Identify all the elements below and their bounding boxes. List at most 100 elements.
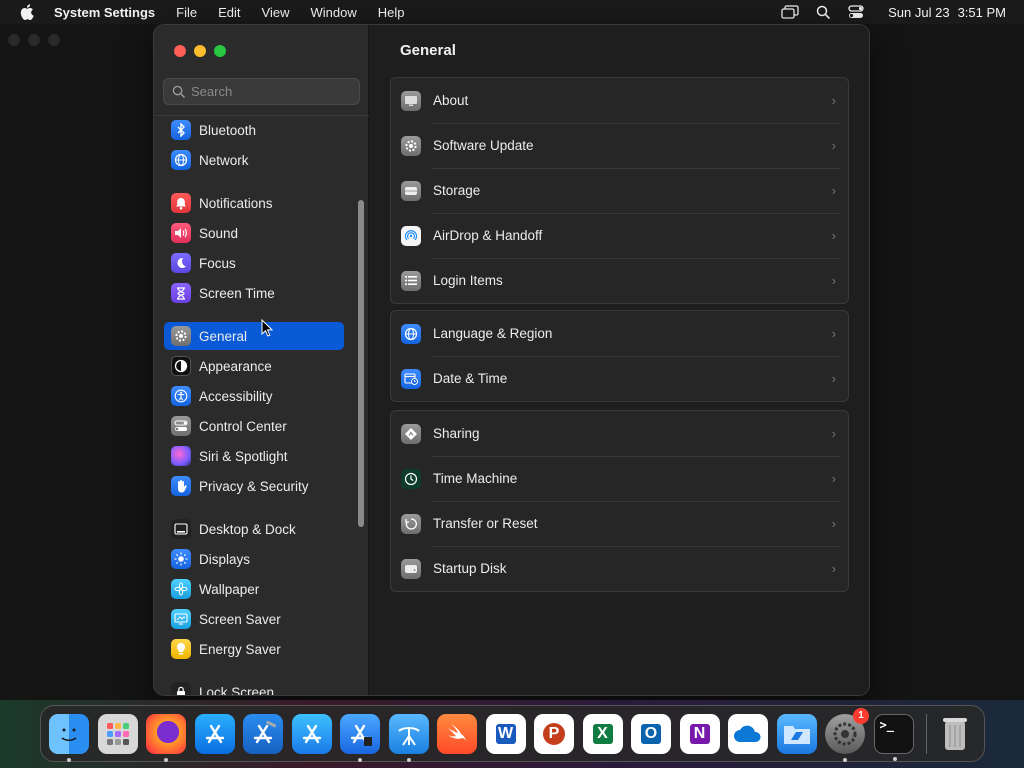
sidebar-item-siri-spotlight[interactable]: Siri & Spotlight — [164, 442, 344, 470]
row-language-region[interactable]: Language & Region › — [391, 311, 848, 356]
bg-close-dot — [8, 34, 20, 46]
sidebar-item-screen-saver[interactable]: Screen Saver — [164, 605, 344, 633]
chevron-right-icon: › — [831, 183, 836, 198]
row-label: Language & Region — [433, 326, 553, 341]
close-button[interactable] — [174, 45, 186, 57]
sidebar-item-label: Bluetooth — [199, 122, 257, 138]
gear-badge-icon — [401, 135, 421, 156]
dock-outlook-icon[interactable]: O — [631, 713, 671, 754]
powerpoint-letter: P — [543, 722, 565, 745]
dock-xcode-icon[interactable] — [243, 713, 283, 754]
sidebar-item-bluetooth[interactable]: Bluetooth — [164, 116, 344, 144]
window-controls — [174, 45, 226, 57]
dock-powerpoint-icon[interactable]: P — [534, 713, 574, 754]
sidebar-item-control-center[interactable]: Control Center — [164, 412, 344, 440]
clock-date: Sun Jul 23 — [888, 4, 950, 20]
row-airdrop-handoff[interactable]: AirDrop & Handoff › — [391, 213, 848, 258]
spotlight-search-icon[interactable] — [814, 4, 832, 20]
dock-word-icon[interactable]: W — [485, 713, 526, 754]
dock-trash-icon[interactable] — [935, 714, 975, 754]
row-label: Sharing — [433, 426, 480, 441]
menu-clock[interactable]: Sun Jul 23 3:51 PM — [880, 5, 1006, 20]
sidebar-item-focus[interactable]: Focus — [164, 249, 344, 277]
system-settings-window: Bluetooth Network Notifications Sound Fo… — [154, 25, 869, 695]
disk-icon — [401, 558, 421, 579]
sidebar-item-wallpaper[interactable]: Wallpaper — [164, 575, 344, 603]
dock-onedrive-icon[interactable] — [728, 713, 768, 754]
dock-finder-icon[interactable] — [49, 713, 89, 762]
menu-help[interactable]: Help — [378, 5, 405, 20]
search-field[interactable] — [163, 78, 360, 105]
sidebar-item-notifications[interactable]: Notifications — [164, 189, 344, 217]
row-time-machine[interactable]: Time Machine › — [391, 456, 848, 501]
search-input[interactable] — [191, 84, 351, 99]
screen-mirroring-icon[interactable] — [781, 4, 799, 20]
sidebar-item-general[interactable]: General — [164, 322, 344, 350]
sidebar-scrollbar[interactable] — [358, 200, 364, 527]
row-login-items[interactable]: Login Items › — [391, 258, 848, 303]
page-title: General — [400, 42, 456, 59]
dock-app-store-icon[interactable] — [194, 713, 235, 754]
apple-logo-icon[interactable] — [20, 4, 34, 20]
dock-files-folder-icon[interactable] — [776, 713, 817, 754]
row-about[interactable]: About › — [391, 78, 848, 123]
sidebar-item-screen-time[interactable]: Screen Time — [164, 279, 344, 307]
menu-app-name[interactable]: System Settings — [54, 5, 155, 20]
dock-instruments-icon[interactable] — [388, 713, 429, 762]
menu-file[interactable]: File — [176, 5, 197, 20]
sidebar-item-label: Screen Time — [199, 285, 275, 301]
minimize-button[interactable] — [194, 45, 206, 57]
sidebar-item-label: Appearance — [199, 358, 272, 374]
row-label: Date & Time — [433, 371, 508, 386]
sidebar-item-appearance[interactable]: Appearance — [164, 352, 344, 380]
sidebar-item-network[interactable]: Network — [164, 146, 344, 174]
sidebar-item-desktop-dock[interactable]: Desktop & Dock — [164, 515, 344, 543]
control-center-icon[interactable] — [847, 4, 865, 20]
sidebar-item-displays[interactable]: Displays — [164, 545, 344, 573]
row-software-update[interactable]: Software Update › — [391, 123, 848, 168]
running-indicator — [67, 757, 71, 762]
dock-onenote-icon[interactable]: N — [679, 713, 720, 754]
terminal-prompt-icon: >_ — [879, 717, 894, 732]
row-startup-disk[interactable]: Startup Disk › — [391, 546, 848, 591]
sidebar-item-energy-saver[interactable]: Energy Saver — [164, 635, 344, 663]
row-sharing[interactable]: Sharing › — [391, 411, 848, 456]
accessibility-icon — [171, 386, 191, 406]
menu-window[interactable]: Window — [310, 5, 356, 20]
row-transfer-reset[interactable]: Transfer or Reset › — [391, 501, 848, 546]
sidebar-item-label: Energy Saver — [199, 641, 281, 657]
airdrop-icon — [401, 225, 421, 246]
chevron-right-icon: › — [831, 426, 836, 441]
row-label: About — [433, 93, 469, 108]
sidebar-item-label: General — [199, 328, 248, 344]
menu-view[interactable]: View — [262, 5, 290, 20]
dock-simulator-icon[interactable] — [340, 713, 380, 762]
dock-system-settings-icon[interactable]: 1 — [825, 707, 869, 762]
running-indicator — [843, 757, 847, 762]
time-machine-icon — [401, 468, 421, 489]
zoom-button[interactable] — [214, 45, 226, 57]
dock-firefox-icon[interactable] — [146, 713, 186, 762]
lock-icon — [171, 682, 191, 695]
sidebar-item-privacy-security[interactable]: Privacy & Security — [164, 472, 344, 500]
sidebar: Bluetooth Network Notifications Sound Fo… — [154, 25, 369, 695]
sidebar-item-label: Focus — [199, 255, 236, 271]
bg-zoom-dot — [48, 34, 60, 46]
menu-edit[interactable]: Edit — [218, 5, 240, 20]
dock-terminal-icon[interactable]: >_ — [873, 713, 914, 761]
row-storage[interactable]: Storage › — [391, 168, 848, 213]
toggles-icon — [171, 416, 191, 436]
dock-launchpad-icon[interactable] — [97, 713, 138, 754]
dock-app-store-icon[interactable] — [291, 713, 332, 754]
sidebar-item-lock-screen[interactable]: Lock Screen — [164, 678, 344, 695]
reset-icon — [401, 513, 421, 534]
sidebar-item-accessibility[interactable]: Accessibility — [164, 382, 344, 410]
dock-excel-icon[interactable]: X — [582, 713, 623, 754]
row-date-time[interactable]: Date & Time › — [391, 356, 848, 401]
sidebar-item-sound[interactable]: Sound — [164, 219, 344, 247]
flower-icon — [171, 579, 191, 599]
row-label: Startup Disk — [433, 561, 507, 576]
dock-swift-playgrounds-icon[interactable] — [437, 713, 477, 754]
settings-group-3: Sharing › Time Machine › Transfer or Res… — [390, 410, 849, 592]
row-label: Login Items — [433, 273, 503, 288]
